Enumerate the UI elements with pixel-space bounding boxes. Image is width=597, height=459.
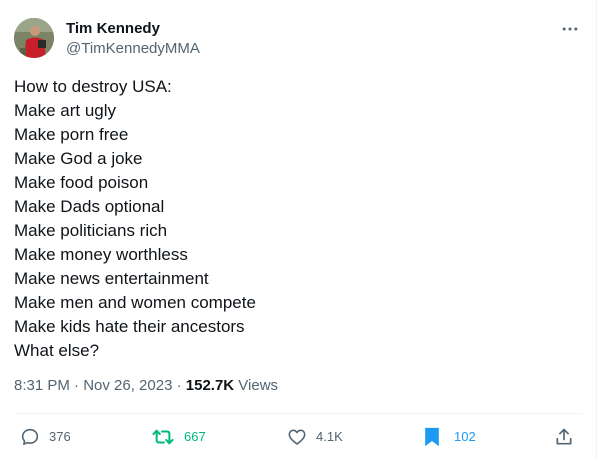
heart-icon (288, 429, 306, 445)
tweet-text-line: Make food poison (14, 173, 149, 192)
share-button[interactable] (554, 426, 574, 448)
author-handle[interactable]: @TimKennedyMMA (66, 40, 200, 58)
reply-count: 376 (49, 429, 71, 444)
tweet-text-line: Make Dads optional (14, 197, 165, 216)
tweet-text-line: Make money worthless (14, 245, 188, 264)
tweet-text-line: Make porn free (14, 125, 129, 144)
tweet-card: Tim Kennedy @TimKennedyMMA How to destro… (0, 0, 597, 459)
reply-button[interactable]: 376 (20, 426, 71, 448)
like-button[interactable]: 4.1K (287, 426, 343, 448)
tweet-text-line: Make men and women compete (14, 293, 256, 312)
tweet-text-line: Make God a joke (14, 149, 143, 168)
action-bar-divider (14, 413, 582, 414)
more-dots-icon (562, 27, 578, 31)
reply-bubble-icon (21, 428, 39, 445)
author-display-name[interactable]: Tim Kennedy (66, 20, 160, 38)
tweet-timestamp[interactable]: 8:31 PM · Nov 26, 2023 · (14, 377, 186, 394)
views-label: Views (234, 377, 279, 394)
bookmark-icon (425, 427, 439, 447)
tweet-text-line: Make art ugly (14, 101, 117, 120)
views-count[interactable]: 152.7K (186, 377, 234, 394)
tweet-text-line: Make politicians rich (14, 221, 168, 240)
more-button[interactable] (556, 18, 584, 40)
bookmark-button[interactable]: 102 (423, 426, 476, 448)
share-upload-icon (556, 428, 572, 445)
tweet-text-line: Make kids hate their ancestors (14, 317, 245, 336)
like-count: 4.1K (316, 429, 343, 444)
tweet-text: How to destroy USA: Make art ugly Make p… (14, 75, 574, 363)
retweet-count: 667 (184, 429, 206, 444)
tweet-meta: 8:31 PM · Nov 26, 2023 · 152.7K Views (14, 376, 278, 396)
bookmark-count: 102 (454, 429, 476, 444)
avatar[interactable] (14, 18, 54, 58)
tweet-text-line: Make news entertainment (14, 269, 209, 288)
retweet-icon (152, 429, 174, 445)
avatar-image (14, 18, 54, 58)
tweet-text-line: How to destroy USA: (14, 77, 172, 96)
tweet-text-line: What else? (14, 341, 100, 360)
retweet-button[interactable]: 667 (152, 426, 206, 448)
